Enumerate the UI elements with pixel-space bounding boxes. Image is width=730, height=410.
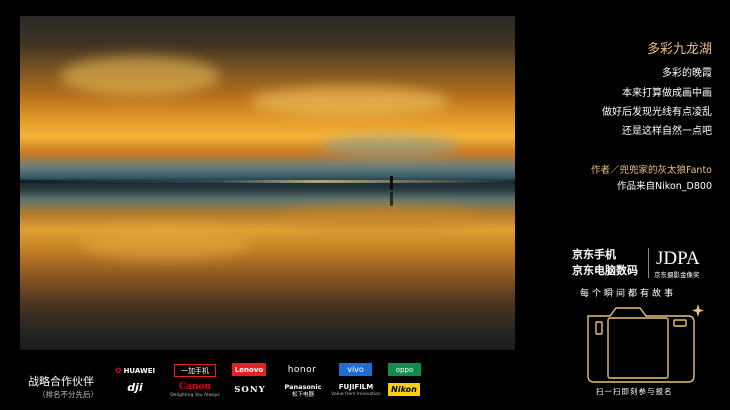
huawei-logo: ✿ HUAWEI xyxy=(110,364,160,377)
slogan: 每个瞬间都有故事 xyxy=(580,289,677,299)
person-silhouette-icon xyxy=(390,176,393,190)
scan-prompt: 扫一扫即刻参与报名 xyxy=(596,387,673,396)
partners-title: 战略合作伙伴 xyxy=(28,375,94,388)
horizon-line xyxy=(20,179,515,183)
canon-tagline: Delighting You Always xyxy=(170,392,220,398)
jd-computer-label: 京东电脑数码 xyxy=(572,264,638,277)
jdpa-logo-text: JDPA xyxy=(656,248,700,268)
photo-source: 作品来自Nikon_D800 xyxy=(617,181,712,192)
huawei-petal-icon: ✿ xyxy=(114,366,122,375)
sony-logo: SONY xyxy=(234,384,266,395)
sparkle-icon xyxy=(692,304,704,317)
cloud-highlight xyxy=(60,56,220,96)
partners-note: （排名不分先后） xyxy=(38,390,98,399)
jdpa-award-label: 京东摄影金像奖 xyxy=(654,271,700,279)
fujifilm-tagline: Value from Innovation xyxy=(331,391,381,397)
reflection-highlight xyxy=(280,206,480,232)
photo-title: 多彩九龙湖 xyxy=(646,42,712,57)
oppo-logo: oppo xyxy=(388,363,421,376)
vivo-logo: vivo xyxy=(339,363,372,376)
oneplus-logo: 一加手机 xyxy=(174,364,216,377)
lenovo-logo: Lenovo xyxy=(232,363,266,376)
photo-author: 作者／兜兜家的灰太狼Fanto xyxy=(591,165,712,176)
honor-logo: honor xyxy=(287,364,317,375)
camera-frame-icon[interactable] xyxy=(582,302,708,384)
caption-line: 还是这样自然一点吧 xyxy=(622,126,712,137)
caption-line: 本来打算做成画中画 xyxy=(622,88,712,99)
person-reflection-icon xyxy=(390,192,393,206)
dji-logo: dji xyxy=(127,381,143,394)
cloud-highlight xyxy=(250,86,450,116)
featured-photo xyxy=(20,16,515,350)
jdpa-logo-icon: JDPA xyxy=(656,248,700,268)
caption-line: 做好后发现光线有点凌乱 xyxy=(602,107,712,118)
caption-line: 多彩的晚霞 xyxy=(662,68,712,79)
huawei-logo-text: HUAWEI xyxy=(123,366,156,375)
reflection-highlight xyxy=(80,226,250,260)
sky-patch xyxy=(320,136,460,158)
brand-divider xyxy=(648,248,649,278)
panasonic-tagline: 松下电器 xyxy=(291,392,314,398)
jd-phone-label: 京东手机 xyxy=(572,248,616,261)
nikon-logo: Nikon xyxy=(388,383,420,396)
